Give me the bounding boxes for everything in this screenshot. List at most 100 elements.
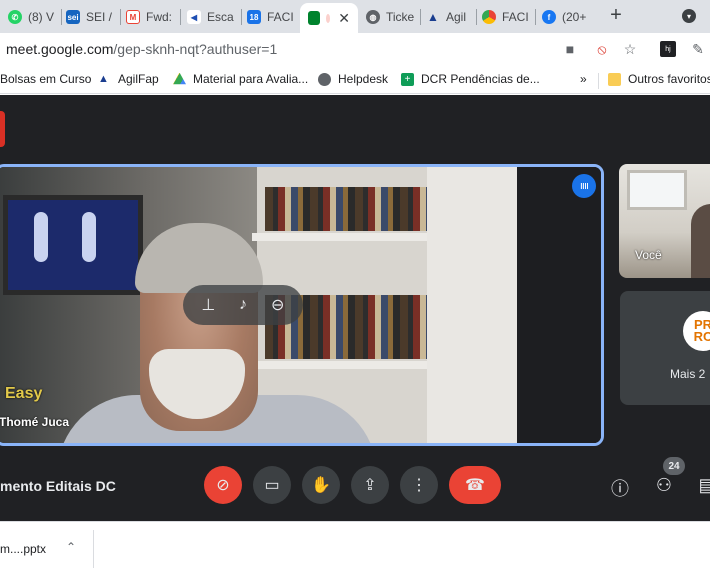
extension-icon[interactable]: hj bbox=[660, 41, 676, 57]
tab-separator bbox=[420, 9, 421, 25]
camera-icon[interactable]: ■ bbox=[562, 41, 578, 57]
sheets-icon: + bbox=[401, 72, 414, 86]
camera-toggle-button[interactable]: ▭ bbox=[253, 466, 291, 504]
tab-separator bbox=[535, 9, 536, 25]
present-icon: ⇪ bbox=[363, 477, 377, 494]
bookmark-label: Material para Avalia... bbox=[193, 72, 309, 86]
bookmark-bolsas[interactable]: Bolsas em Curso bbox=[0, 72, 91, 86]
url-domain: meet.google.com bbox=[6, 41, 114, 57]
tile-actions-pill: ⊥ ♪ ⊖ bbox=[183, 285, 303, 325]
tab-google-meet[interactable]: ✕ bbox=[300, 3, 358, 33]
meet-stage: Easy ⊥ ♪ ⊖ ıııı Thomé Juca Você PR RC Ma… bbox=[0, 95, 710, 521]
avatar-text: RC bbox=[693, 329, 710, 344]
tab-carrefour[interactable]: ◀ Esca bbox=[187, 5, 239, 29]
remove-participant-icon[interactable]: ⊖ bbox=[268, 295, 288, 315]
wall-painting bbox=[3, 195, 143, 295]
leave-call-button[interactable]: ☎ bbox=[449, 466, 501, 504]
tab-whatsapp[interactable]: ✆ (8) V bbox=[8, 5, 60, 29]
tab-label: Esca bbox=[207, 10, 234, 24]
chevron-up-icon[interactable]: ⌃ bbox=[66, 540, 76, 554]
more-vert-icon: ⋮ bbox=[411, 477, 427, 494]
speaker-name: Thomé Juca bbox=[0, 415, 70, 429]
tab-label: FACI bbox=[267, 10, 294, 24]
tab-label: (20+ bbox=[562, 10, 587, 24]
participant-count-badge: 24 bbox=[663, 457, 685, 475]
star-icon[interactable]: ☆ bbox=[622, 41, 638, 57]
tab-search-icon[interactable]: ▾ bbox=[682, 9, 696, 23]
tab-facebook[interactable]: f (20+ bbox=[542, 5, 594, 29]
tab-label: Agil bbox=[446, 10, 467, 24]
self-label: Você bbox=[635, 248, 662, 262]
bookmarks-overflow-button[interactable]: » bbox=[580, 72, 587, 86]
tab-sei[interactable]: sei SEI / bbox=[66, 5, 118, 29]
address-bar: meet.google.com/gep-sknh-nqt?authuser=1 … bbox=[0, 33, 710, 67]
mic-blocked-icon[interactable]: ⦸ bbox=[594, 41, 610, 57]
tab-chrome[interactable]: FACI bbox=[482, 5, 532, 29]
camera-icon: ▭ bbox=[264, 477, 280, 494]
url-field[interactable]: meet.google.com/gep-sknh-nqt?authuser=1 bbox=[6, 41, 277, 57]
chrome-icon bbox=[482, 10, 496, 24]
bookmark-helpdesk[interactable]: Helpdesk bbox=[318, 72, 388, 86]
participant-avatar: PR RC bbox=[683, 311, 710, 351]
self-person bbox=[691, 204, 710, 278]
more-options-button[interactable]: ⋮ bbox=[400, 466, 438, 504]
dark-wall bbox=[517, 167, 601, 443]
more-participants-tile[interactable]: PR RC Mais 2 bbox=[620, 291, 710, 405]
browser-tab-strip: ✆ (8) V sei SEI / M Fwd: ◀ Esca 18 FACI … bbox=[0, 0, 710, 33]
tab-agil[interactable]: ▲ Agil bbox=[426, 5, 474, 29]
main-video-tile[interactable]: Easy ⊥ ♪ ⊖ ıııı Thomé Juca bbox=[0, 164, 604, 446]
acrobat-icon[interactable]: ✎ bbox=[690, 41, 706, 57]
tab-ticket[interactable]: ◍ Ticke bbox=[366, 5, 418, 29]
pin-icon[interactable]: ⊥ bbox=[198, 295, 218, 315]
new-tab-button[interactable]: + bbox=[606, 4, 626, 27]
carrefour-icon: ◀ bbox=[187, 10, 201, 24]
people-icon[interactable]: ⚇ bbox=[653, 475, 675, 496]
bookmark-other-favorites[interactable]: Outros favoritos bbox=[608, 72, 710, 86]
chat-icon[interactable]: ▤ bbox=[696, 475, 710, 496]
meeting-details-icon[interactable]: ⓘ bbox=[609, 475, 631, 501]
url-path: /gep-sknh-nqt?authuser=1 bbox=[113, 41, 278, 57]
calendar-icon: 18 bbox=[247, 10, 261, 24]
google-drive-icon bbox=[173, 72, 186, 85]
speaking-indicator-icon: ıııı bbox=[572, 174, 596, 198]
shelf-board bbox=[252, 233, 452, 241]
meet-icon bbox=[308, 11, 320, 25]
bookmark-agilfap[interactable]: ▲ AgilFap bbox=[98, 72, 159, 86]
globe-icon bbox=[318, 72, 331, 86]
mute-participant-icon[interactable]: ♪ bbox=[233, 296, 253, 314]
agil-icon: ▲ bbox=[98, 72, 109, 85]
mic-off-icon: ⊘ bbox=[216, 477, 230, 494]
tab-calendar[interactable]: 18 FACI bbox=[247, 5, 299, 29]
more-participants-label: Mais 2 bbox=[670, 367, 706, 381]
close-tab-icon[interactable]: ✕ bbox=[338, 10, 350, 27]
tab-label: Fwd: bbox=[146, 10, 173, 24]
window bbox=[627, 170, 687, 210]
bookmark-label: Bolsas em Curso bbox=[0, 72, 92, 86]
tab-label: Ticke bbox=[386, 10, 415, 24]
bookmark-dcr[interactable]: + DCR Pendências de... bbox=[401, 72, 540, 86]
agil-icon: ▲ bbox=[427, 10, 439, 24]
self-video-tile[interactable]: Você bbox=[619, 164, 710, 278]
gmail-icon: M bbox=[126, 10, 140, 24]
tab-label: FACI bbox=[502, 10, 529, 24]
tab-label: (8) V bbox=[28, 10, 55, 24]
bookmark-label: AgilFap bbox=[118, 72, 159, 86]
book-row bbox=[265, 187, 435, 231]
hand-icon: ✋ bbox=[311, 477, 331, 494]
bookmark-material[interactable]: Material para Avalia... bbox=[173, 72, 308, 86]
video-overlay-text: Easy bbox=[5, 385, 43, 402]
door bbox=[427, 167, 517, 443]
raise-hand-button[interactable]: ✋ bbox=[302, 466, 340, 504]
recording-dot-icon bbox=[326, 13, 331, 23]
tab-separator bbox=[61, 9, 62, 25]
speaker-hair bbox=[135, 223, 263, 293]
bookmark-divider bbox=[598, 73, 599, 89]
mic-toggle-button[interactable]: ⊘ bbox=[204, 466, 242, 504]
tab-gmail[interactable]: M Fwd: bbox=[126, 5, 178, 29]
sei-icon: sei bbox=[66, 10, 80, 24]
download-file-name[interactable]: m....pptx bbox=[0, 542, 46, 556]
whatsapp-icon: ✆ bbox=[8, 10, 22, 24]
bookmark-label: Outros favoritos bbox=[628, 72, 710, 86]
present-screen-button[interactable]: ⇪ bbox=[351, 466, 389, 504]
downloads-bar: m....pptx ⌃ bbox=[0, 521, 710, 575]
